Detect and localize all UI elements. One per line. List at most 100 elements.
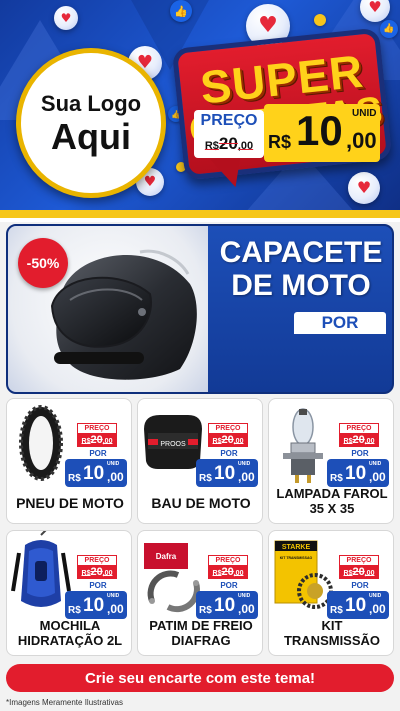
- product-card[interactable]: PROOS PREÇO R$20,00 POR UNID R$ 10 ,00 B…: [137, 398, 263, 524]
- featured-title: CAPACETE DE MOTO: [208, 236, 392, 302]
- old-price: R$20,00: [208, 565, 248, 579]
- new-currency: R$: [199, 605, 212, 616]
- por-label: POR: [89, 449, 107, 458]
- old-price: R$20,00: [339, 565, 379, 579]
- featured-title-line1: CAPACETE: [219, 236, 383, 269]
- old-dec: ,00: [237, 140, 254, 152]
- old-int: 20: [90, 566, 103, 578]
- product-name: KIT TRANSMISSÃO: [269, 618, 393, 649]
- new-dec: ,00: [369, 470, 386, 484]
- old-dec: ,00: [364, 438, 375, 445]
- super-ofertas-tail: [210, 156, 244, 190]
- old-dec: ,00: [102, 438, 113, 445]
- old-int: 20: [218, 134, 238, 153]
- new-currency: R$: [68, 605, 81, 616]
- featured-unid-label: UNID: [352, 108, 377, 119]
- kit-label: KIT TRANSMISSAO: [280, 556, 313, 560]
- disclaimer-text: *Imagens Meramente Ilustrativas: [6, 698, 123, 707]
- brake-brand: Dafra: [156, 552, 177, 561]
- old-int: 20: [352, 566, 365, 578]
- featured-product-card[interactable]: -50% CAPACETE DE MOTO POR: [6, 224, 394, 394]
- featured-preco-label: PREÇO: [200, 112, 258, 129]
- product-card[interactable]: Dafra PREÇO R$20,00 POR UNID R$ 10 ,00 P…: [137, 530, 263, 656]
- old-dec: ,00: [364, 570, 375, 577]
- heart-icon: ♥: [54, 6, 78, 30]
- new-dec: ,00: [238, 602, 255, 616]
- like-icon: 👍: [380, 20, 398, 38]
- new-dec: ,00: [107, 470, 124, 484]
- old-int: 20: [221, 434, 234, 446]
- new-int: 10: [83, 595, 105, 616]
- unid-label: UNID: [369, 593, 382, 599]
- logo-text-line2: Aqui: [51, 116, 131, 157]
- new-int: 10: [345, 463, 367, 484]
- new-int: 10: [214, 595, 236, 616]
- new-int: 10: [214, 463, 236, 484]
- old-price: R$20,00: [339, 433, 379, 447]
- por-label: POR: [351, 581, 369, 590]
- product-card[interactable]: PREÇO R$20,00 POR UNID R$ 10 ,00 LAMPADA…: [268, 398, 394, 524]
- featured-new-int: 10: [296, 107, 343, 154]
- old-price: R$20,00: [77, 433, 117, 447]
- featured-title-line2: DE MOTO: [231, 269, 371, 302]
- product-name: PATIM DE FREIO DIAFRAG: [138, 618, 262, 649]
- old-int: 20: [90, 434, 103, 446]
- heart-icon: ♥: [348, 172, 380, 204]
- yellow-divider: [0, 210, 400, 218]
- product-name-line1: PATIM DE FREIO: [149, 618, 253, 634]
- product-name: PNEU DE MOTO: [7, 494, 131, 511]
- new-int: 10: [345, 595, 367, 616]
- product-name-line1: PNEU DE MOTO: [16, 494, 124, 511]
- top-case-brand: PROOS: [160, 441, 186, 448]
- product-name: MOCHILA HIDRATAÇÃO 2L: [7, 618, 131, 649]
- por-label: POR: [351, 449, 369, 458]
- new-currency: R$: [330, 605, 343, 616]
- unid-label: UNID: [107, 461, 120, 467]
- por-label: POR: [89, 581, 107, 590]
- old-int: 20: [352, 434, 365, 446]
- old-currency: R$: [204, 140, 219, 152]
- product-name-line1: BAU DE MOTO: [151, 494, 251, 511]
- por-label: POR: [220, 581, 238, 590]
- featured-new-currency: R$: [268, 132, 292, 152]
- product-name-line2: DIAFRAG: [171, 633, 231, 649]
- discount-badge: -50%: [18, 238, 68, 288]
- old-dec: ,00: [233, 570, 244, 577]
- new-dec: ,00: [369, 602, 386, 616]
- featured-new-dec: ,00: [346, 128, 377, 153]
- old-dec: ,00: [233, 438, 244, 445]
- like-icon: 👍: [170, 0, 192, 22]
- product-name-line2: HIDRATAÇÃO 2L: [17, 633, 123, 649]
- featured-por-label: POR: [294, 312, 386, 334]
- white-divider: [0, 218, 400, 222]
- logo-placeholder[interactable]: Sua Logo Aqui: [16, 48, 166, 198]
- create-flyer-button[interactable]: Crie seu encarte com este tema!: [6, 664, 394, 692]
- product-card[interactable]: PREÇO R$20,00 POR UNID R$ 10 ,00 MOCHILA…: [6, 530, 132, 656]
- product-name-line1: KIT: [321, 618, 343, 634]
- unid-label: UNID: [238, 593, 251, 599]
- new-dec: ,00: [107, 602, 124, 616]
- new-currency: R$: [330, 473, 343, 484]
- new-dec: ,00: [238, 470, 255, 484]
- product-name-line2: 35 X 35: [309, 501, 355, 517]
- old-price: R$20,00: [77, 565, 117, 579]
- old-price: R$20,00: [208, 433, 248, 447]
- product-name: LAMPADA FAROL 35 X 35: [269, 486, 393, 517]
- por-label: POR: [220, 449, 238, 458]
- new-currency: R$: [199, 473, 212, 484]
- logo-text-line1: Sua Logo: [40, 91, 142, 116]
- product-name-line1: LAMPADA FAROL: [276, 486, 388, 502]
- unid-label: UNID: [238, 461, 251, 467]
- featured-old-price: R$20,00: [196, 134, 262, 154]
- unid-label: UNID: [107, 593, 120, 599]
- product-name-line2: TRANSMISSÃO: [283, 633, 381, 649]
- product-card[interactable]: STARKE KIT TRANSMISSAO PREÇO R$20,00 POR…: [268, 530, 394, 656]
- old-int: 20: [221, 566, 234, 578]
- product-name: BAU DE MOTO: [138, 494, 262, 511]
- new-int: 10: [83, 463, 105, 484]
- old-dec: ,00: [102, 570, 113, 577]
- product-card[interactable]: PREÇO R$20,00 POR UNID R$ 10 ,00 PNEU DE…: [6, 398, 132, 524]
- unid-label: UNID: [369, 461, 382, 467]
- kit-brand: STARKE: [282, 544, 311, 551]
- product-name-line1: MOCHILA: [39, 618, 101, 634]
